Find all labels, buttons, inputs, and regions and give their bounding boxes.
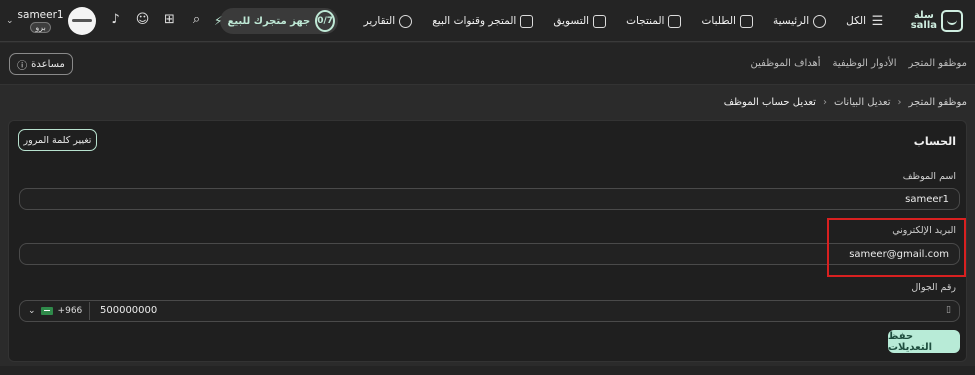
nav-store-channels[interactable]: المتجر وقنوات البيع	[432, 14, 534, 28]
reports-icon	[399, 14, 413, 28]
plan-badge: برو	[30, 22, 51, 33]
chevron-down-icon: ⌄	[28, 306, 36, 316]
nav-marketing[interactable]: التسويق	[553, 14, 607, 28]
phone-icon: ▯	[946, 305, 951, 315]
user-menu[interactable]: ⌄ sameer1 برو	[6, 6, 96, 36]
top-icon-group: ⌕ ⊞ ☺ ♪	[108, 12, 204, 27]
top-navigation-bar: سلة salla ☰ الكل الرئيسية الطلبات المنتج…	[0, 0, 975, 42]
breadcrumb-store-employees[interactable]: موظفو المتجر	[909, 97, 967, 108]
bolt-icon: ⚡	[214, 14, 223, 28]
setup-progress-count: 0/7	[315, 10, 335, 32]
chevron-left-icon: ‹	[897, 97, 902, 108]
setup-label: جهز متجرك للبيع	[227, 15, 311, 27]
breadcrumb-current: تعديل حساب الموظف	[723, 97, 816, 108]
country-code-select[interactable]: ⌄ +966	[22, 302, 90, 320]
salla-bag-icon	[941, 10, 963, 32]
saudi-flag-icon	[40, 307, 53, 315]
info-icon: ⓘ	[17, 60, 28, 72]
menu-icon: ☰	[871, 13, 884, 29]
chevron-down-icon: ⌄	[6, 16, 14, 26]
employee-name-label: اسم الموظف	[902, 171, 956, 182]
phone-number: 500000000	[100, 305, 158, 316]
shirt-icon	[668, 14, 682, 28]
employee-tabs: موظفو المتجر الأدوار الوظيفية أهداف المو…	[751, 58, 968, 69]
apps-grid-icon[interactable]: ⊞	[162, 12, 177, 27]
tab-roles[interactable]: الأدوار الوظيفية	[833, 58, 897, 69]
nav-reports[interactable]: التقارير	[364, 14, 413, 28]
home-icon	[813, 14, 827, 28]
user-name: sameer1	[17, 9, 64, 21]
store-channels-icon	[520, 14, 534, 28]
employee-name-field[interactable]: sameer1	[19, 188, 960, 210]
email-field[interactable]: sameer@gmail.com	[19, 243, 960, 265]
save-changes-button[interactable]: حفظ التعديلات	[888, 330, 960, 353]
salla-logo[interactable]: سلة salla	[903, 7, 963, 35]
logo-latin-text: salla	[910, 20, 937, 31]
chevron-left-icon: ‹	[822, 97, 827, 108]
tab-store-employees[interactable]: موظفو المتجر	[909, 58, 967, 69]
phone-label: رقم الجوال	[911, 282, 956, 293]
chat-icon[interactable]: ☺	[135, 12, 150, 27]
main-nav: ☰ الكل الرئيسية الطلبات المنتجات التسويق…	[364, 0, 885, 42]
nav-products[interactable]: المنتجات	[626, 14, 682, 28]
card-title: الحساب	[913, 135, 956, 148]
bell-icon[interactable]: ♪	[108, 12, 123, 27]
avatar	[67, 7, 96, 35]
help-button[interactable]: مساعدة ⓘ	[9, 53, 73, 75]
tab-employee-goals[interactable]: أهداف الموظفين	[751, 58, 821, 69]
phone-field[interactable]: ⌄ +966 500000000 ▯	[19, 300, 960, 322]
megaphone-icon	[593, 14, 607, 28]
breadcrumb: موظفو المتجر ‹ تعديل البيانات ‹ تعديل حس…	[724, 97, 967, 108]
nav-home[interactable]: الرئيسية	[773, 14, 827, 28]
sub-navigation-bar: مساعدة ⓘ موظفو المتجر الأدوار الوظيفية أ…	[0, 43, 975, 85]
breadcrumb-edit-data[interactable]: تعديل البيانات	[834, 97, 891, 108]
email-highlight-box	[827, 218, 966, 277]
country-code: +966	[57, 306, 83, 316]
bottom-strip	[0, 366, 975, 375]
account-card: الحساب تغيير كلمة المرور اسم الموظف same…	[8, 120, 967, 362]
nav-orders[interactable]: الطلبات	[701, 14, 753, 28]
orders-icon	[739, 14, 753, 28]
search-icon[interactable]: ⌕	[189, 12, 204, 27]
change-password-button[interactable]: تغيير كلمة المرور	[18, 129, 97, 151]
store-setup-pill[interactable]: 0/7 جهز متجرك للبيع ⚡	[214, 8, 338, 34]
nav-all[interactable]: ☰ الكل	[846, 14, 885, 29]
